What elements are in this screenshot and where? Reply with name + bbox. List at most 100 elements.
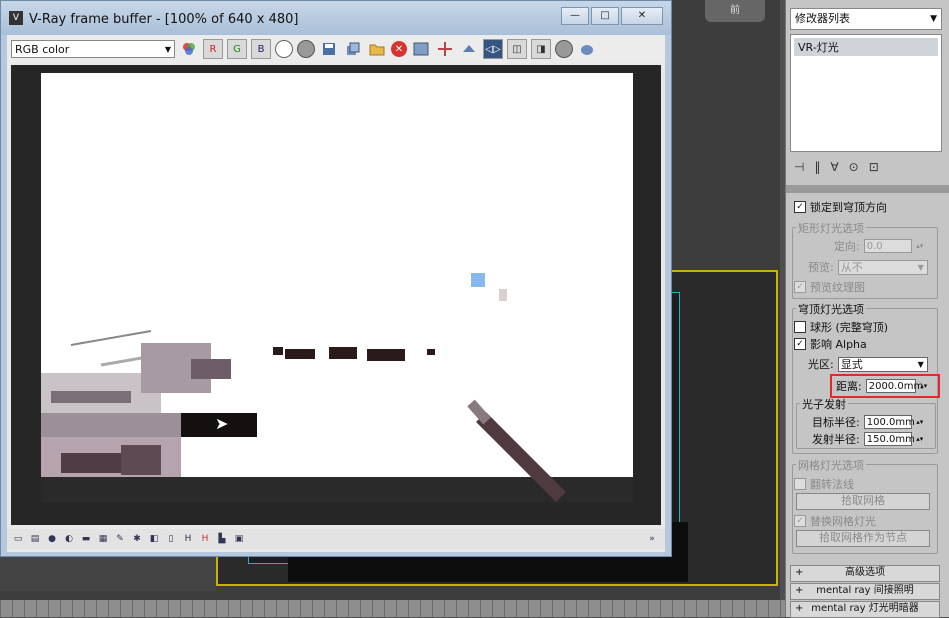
stop-render-icon[interactable] [555,40,573,58]
dropdown-arrow-icon: ▼ [164,45,171,54]
stb-icon-1[interactable]: ▭ [11,532,25,546]
checkbox-icon[interactable] [794,321,806,333]
emit-radius-label: 发射半径: [812,433,860,446]
expand-icon: + [795,585,804,596]
red-channel-button[interactable]: R [203,39,223,59]
pin-stack-icon[interactable]: ⊣ [794,160,804,174]
stb-icon-4[interactable]: ◐ [62,532,76,546]
stack-item-vray-light[interactable]: VR-灯光 [794,38,938,56]
target-radius-spinner[interactable]: 100.0mm [863,415,915,429]
stb-icon-2[interactable]: ▤ [28,532,42,546]
stb-icon-11[interactable]: H [181,532,195,546]
make-unique-icon[interactable]: ∀ [830,160,838,174]
modifier-list-label: 修改器列表 [795,12,850,25]
spinner-arrows-icon[interactable]: ▴▾ [916,242,924,250]
configure-sets-icon[interactable]: ⊡ [869,160,879,174]
timeline-track[interactable] [0,600,785,617]
preview-texture-label: 预览纹理图 [810,281,865,294]
lens-effects-icon[interactable]: ◁▷ [483,39,503,59]
dropdown-arrow-icon: ▼ [917,262,924,272]
stb-icon-8[interactable]: ✱ [130,532,144,546]
render-canvas-area[interactable]: ➤ [11,65,661,525]
stb-icon-13[interactable]: ▙ [215,532,229,546]
rollout-label: mental ray 间接照明 [816,585,914,596]
viewcube-icon[interactable]: 前 [705,0,765,22]
affect-alpha-row[interactable]: ✓ 影响 Alpha [794,336,867,352]
spherical-row[interactable]: 球形 (完整穹顶) [794,319,888,335]
show-end-result-icon[interactable]: ‖ [814,160,820,174]
checkbox-icon[interactable]: ✓ [794,338,806,350]
modifier-stack[interactable]: VR-灯光 [790,34,942,152]
stb-icon-5[interactable]: ▬ [79,532,93,546]
mono-display-icon[interactable] [297,40,315,58]
channel-select[interactable]: RGB color ▼ [11,40,175,58]
window-titlebar[interactable]: V V-Ray frame buffer - [100% of 640 x 48… [1,1,671,35]
open-folder-icon[interactable] [367,39,387,59]
preview-dropdown[interactable]: 从不 ▼ [837,259,928,275]
panel-divider [786,185,949,193]
vray-frame-buffer-window[interactable]: V V-Ray frame buffer - [100% of 640 x 48… [0,0,672,557]
pick-mesh-button[interactable]: 拾取网格 [796,493,930,510]
render-teapot-icon[interactable] [577,39,597,59]
expand-icon: + [795,567,804,578]
modifier-list-dropdown[interactable]: 修改器列表 ▼ [790,8,942,30]
lock-dome-checkbox-row[interactable]: ✓ 锁定到穹顶方向 [794,199,887,215]
close-button[interactable]: ✕ [621,7,663,25]
stb-icon-9[interactable]: ◧ [147,532,161,546]
checkbox-icon[interactable]: ✓ [794,201,806,213]
render-last-icon[interactable] [459,39,479,59]
cursor-icon: ➤ [215,414,228,433]
rendered-image[interactable]: ➤ [41,73,633,503]
mesh-options-title: 网格灯光选项 [796,457,866,473]
flip-normal-row[interactable]: 翻转法线 [794,476,854,492]
duplicate-vfb-icon[interactable] [343,39,363,59]
stb-icon-10[interactable]: ▯ [164,532,178,546]
save-image-icon[interactable] [319,39,339,59]
remove-modifier-icon[interactable]: ⊙ [849,160,859,174]
render-pixels: ➤ [41,73,633,503]
rollout-mr-indirect[interactable]: + mental ray 间接照明 [790,583,940,600]
green-channel-button[interactable]: G [227,39,247,59]
clear-image-icon[interactable]: ✕ [391,41,407,57]
checkbox-icon[interactable]: ✓ [794,515,806,527]
directional-spinner[interactable]: 0.0 [863,239,912,253]
stb-icon-3[interactable]: ● [45,532,59,546]
minimize-button[interactable]: — [561,7,589,25]
flip-normal-label: 翻转法线 [810,478,854,491]
blue-channel-button[interactable]: B [251,39,271,59]
replace-mesh-row[interactable]: ✓ 替换网格灯光 [794,513,876,529]
vfb-toolbar: RGB color ▼ R G B ✕ ◁▷ ◫ ◨ [7,35,665,63]
color-picker-icon[interactable] [179,39,199,59]
rollout-mr-shader[interactable]: + mental ray 灯光明暗器 [790,601,940,618]
stb-icon-7[interactable]: ✎ [113,532,127,546]
stb-icon-14[interactable]: ▣ [232,532,246,546]
affect-alpha-label: 影响 Alpha [810,338,867,351]
dropdown-arrow-icon: ▼ [917,359,924,369]
vfb-client-area: RGB color ▼ R G B ✕ ◁▷ ◫ ◨ ➤ ▭ ▤ ● ◐ ▬ ▦… [7,35,665,552]
region-dropdown[interactable]: 显式 ▼ [837,356,928,372]
spinner-arrows-icon[interactable]: ▴▾ [916,435,924,443]
stack-toolbar: ⊣ ‖ ∀ ⊙ ⊡ [790,156,946,178]
maximize-button[interactable]: □ [591,7,619,25]
rollout-label: 高级选项 [845,567,885,578]
expand-chevron-icon[interactable]: » [645,532,659,546]
pick-mesh-node-button[interactable]: 拾取网格作为节点 [796,530,930,547]
stb-icon-12[interactable]: H [198,532,212,546]
distance-highlight-box [830,374,940,398]
emit-radius-spinner[interactable]: 150.0mm [863,432,915,446]
spinner-arrows-icon[interactable]: ▴▾ [916,418,924,426]
show-corrections-icon[interactable]: ◫ [507,39,527,59]
stb-icon-6[interactable]: ▦ [96,532,110,546]
photon-title: 光子发射 [800,396,848,412]
white-display-icon[interactable] [275,40,293,58]
checkbox-icon[interactable]: ✓ [794,281,806,293]
replace-mesh-label: 替换网格灯光 [810,515,876,528]
preview-texture-row[interactable]: ✓ 预览纹理图 [794,279,865,295]
window-controls: — □ ✕ [561,7,663,25]
vfb-history-icon[interactable]: ◨ [531,39,551,59]
region-label: 光区: [808,358,834,371]
region-render-icon[interactable] [435,39,455,59]
rollout-advanced[interactable]: + 高级选项 [790,565,940,582]
track-mouse-icon[interactable] [411,39,431,59]
checkbox-icon[interactable] [794,478,806,490]
